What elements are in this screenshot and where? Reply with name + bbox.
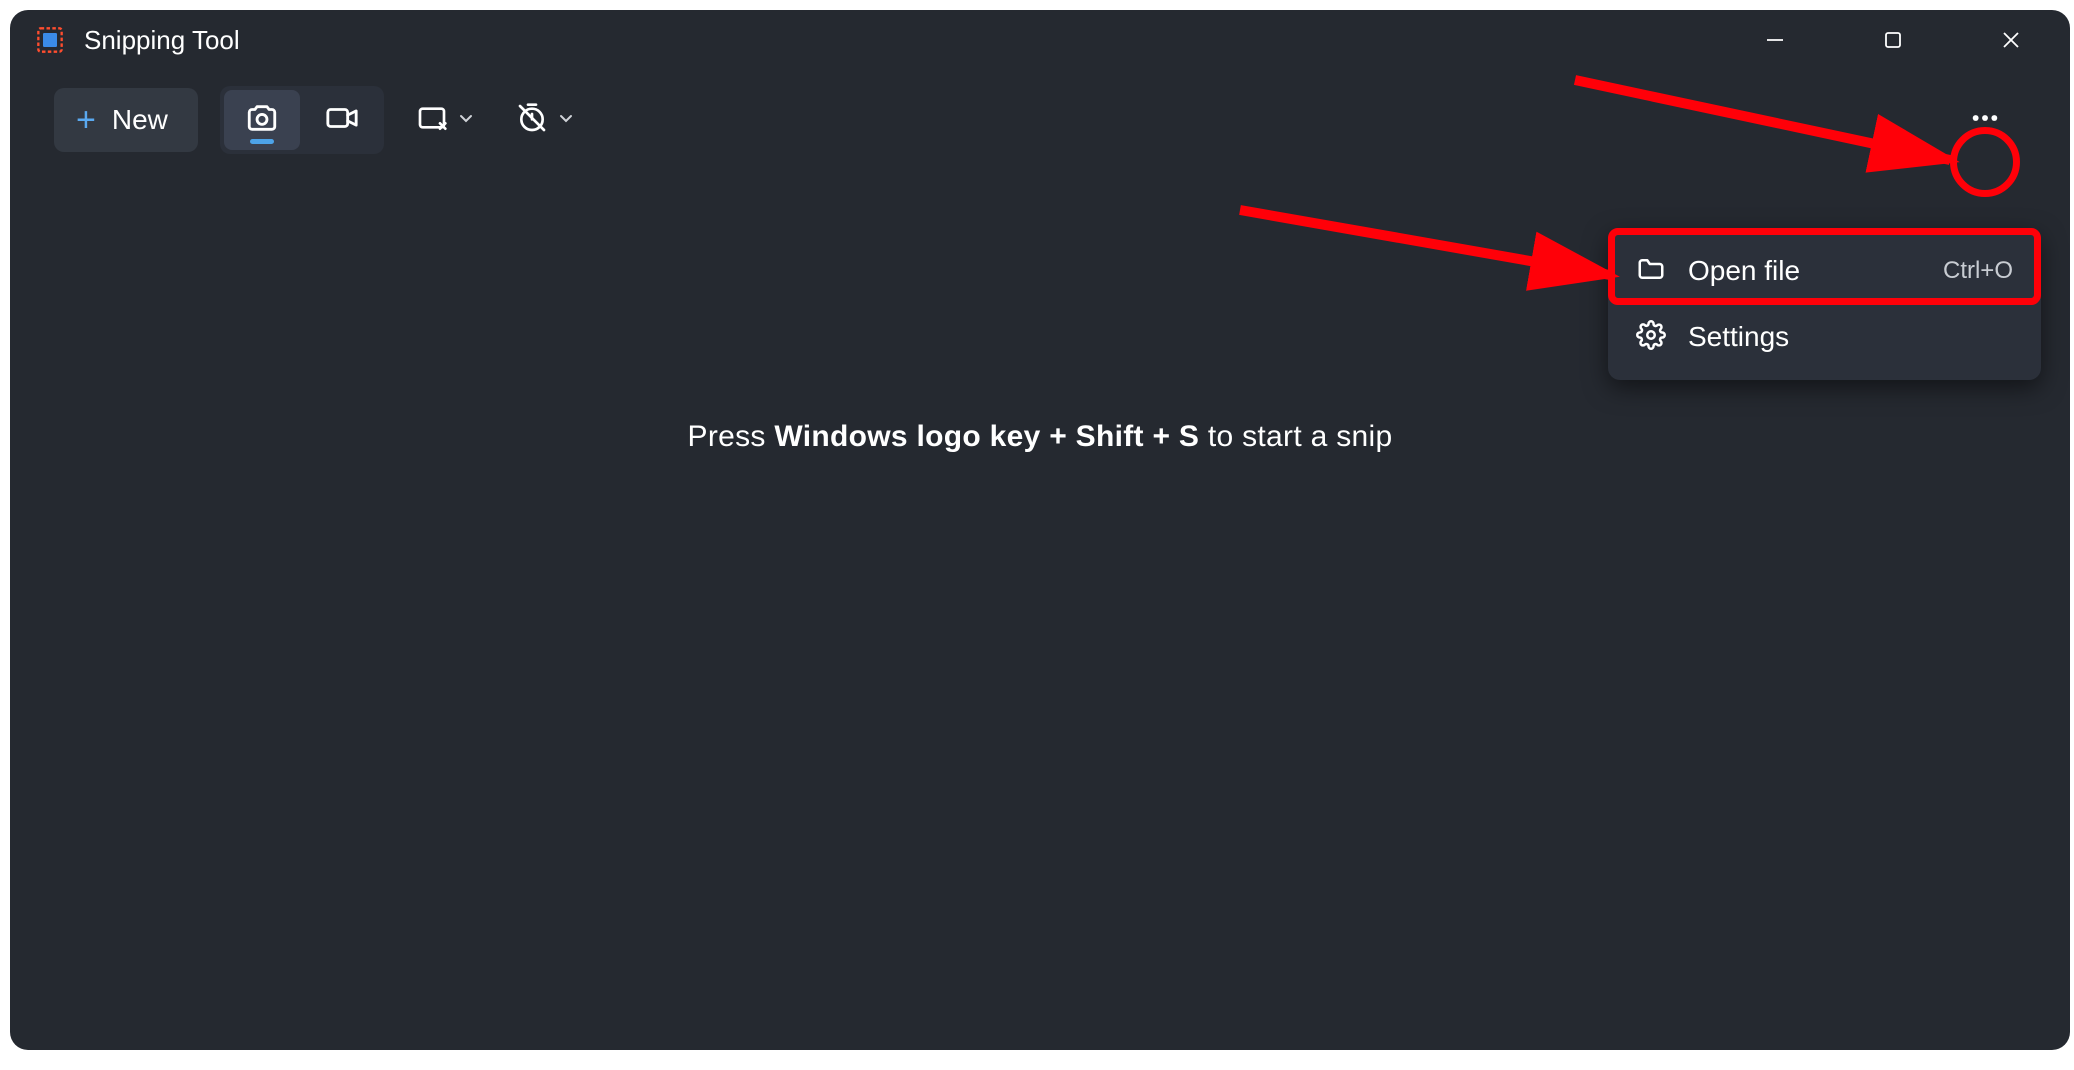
app-window: Snipping Tool + New: [10, 10, 2070, 1050]
menu-item-open-file[interactable]: Open file Ctrl+O: [1618, 238, 2031, 304]
video-icon: [325, 101, 359, 140]
app-title: Snipping Tool: [84, 25, 240, 56]
titlebar: Snipping Tool: [10, 10, 2070, 70]
gear-icon: [1636, 320, 1666, 355]
window-controls: [1716, 10, 2070, 70]
menu-item-settings[interactable]: Settings: [1618, 304, 2031, 370]
close-button[interactable]: [1952, 10, 2070, 70]
toolbar: + New: [10, 70, 2070, 170]
new-button[interactable]: + New: [54, 88, 198, 152]
menu-label: Open file: [1688, 255, 1921, 287]
timer-off-icon: [516, 102, 548, 139]
more-options-button[interactable]: [1958, 93, 2012, 147]
plus-icon: +: [76, 101, 96, 140]
menu-label: Settings: [1688, 321, 1991, 353]
keyboard-hint: Press Windows logo key + Shift + S to st…: [688, 420, 1393, 454]
new-button-label: New: [112, 104, 168, 136]
capture-mode-group: [220, 86, 384, 154]
toolbar-left: + New: [54, 86, 584, 154]
maximize-button[interactable]: [1834, 10, 1952, 70]
chevron-down-icon: [458, 110, 474, 131]
titlebar-left: Snipping Tool: [36, 25, 240, 56]
menu-shortcut: Ctrl+O: [1943, 257, 2013, 285]
hint-keys: Windows logo key + Shift + S: [774, 420, 1199, 453]
hint-pre: Press: [688, 420, 775, 453]
folder-icon: [1636, 254, 1666, 289]
minimize-button[interactable]: [1716, 10, 1834, 70]
rectangle-snip-icon: [416, 102, 448, 139]
chevron-down-icon: [558, 110, 574, 131]
ellipsis-icon: [1969, 102, 2001, 139]
screenshot-mode-button[interactable]: [224, 90, 300, 150]
app-icon: [36, 26, 64, 54]
video-mode-button[interactable]: [304, 90, 380, 150]
delay-dropdown[interactable]: [506, 90, 584, 150]
more-options-menu: Open file Ctrl+O Settings: [1608, 228, 2041, 380]
snip-shape-dropdown[interactable]: [406, 90, 484, 150]
hint-post: to start a snip: [1199, 420, 1392, 453]
camera-icon: [245, 101, 279, 140]
